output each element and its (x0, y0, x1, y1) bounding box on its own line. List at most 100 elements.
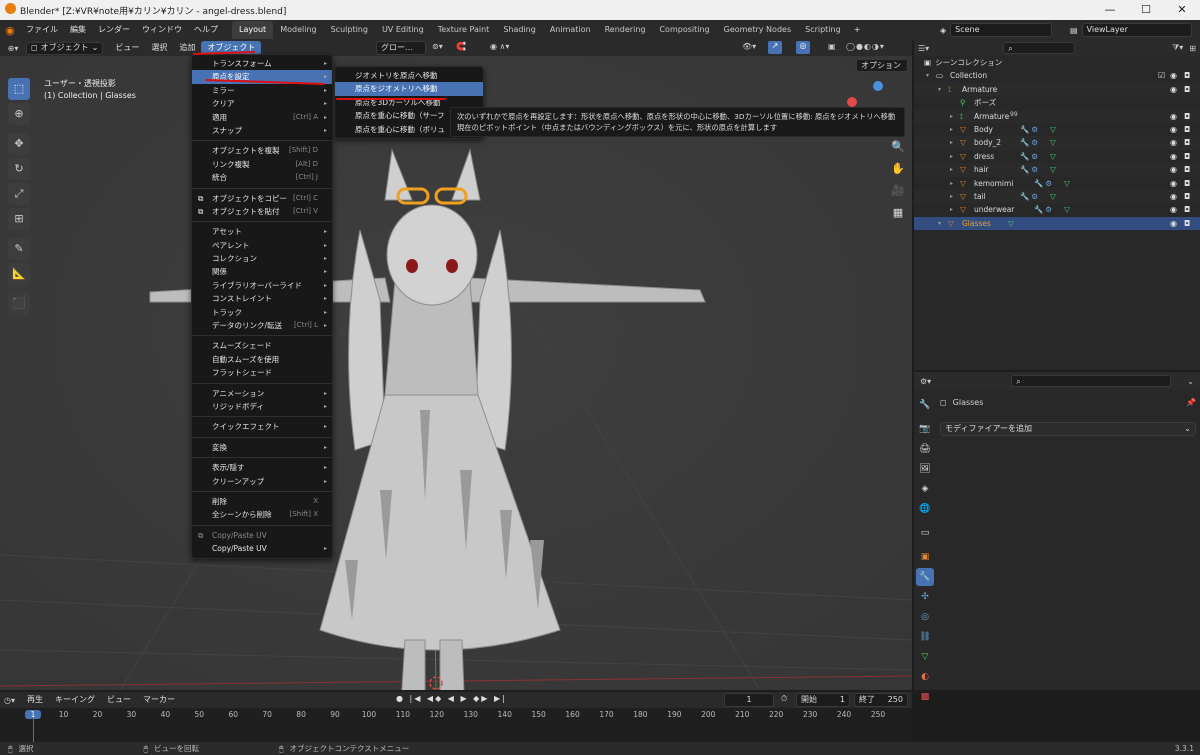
outliner-row[interactable]: ▸ ▽ kemomimi 🔧⚙ ▽ ◉ ◘ (914, 177, 1200, 190)
camera-icon[interactable]: ◘ (1184, 203, 1190, 216)
modifier-icons[interactable]: 🔧⚙ (1020, 163, 1040, 176)
collection-tab-icon[interactable]: ▭ (916, 524, 934, 542)
end-frame-field[interactable]: 終了 250 (854, 693, 908, 707)
object-menu-item[interactable]: コレクション ▸ (192, 252, 332, 265)
expand-arrow-icon[interactable]: ▸ (950, 136, 953, 149)
view-layer-tab-icon[interactable]: 🖼 (916, 460, 934, 478)
mesh-data-icon[interactable]: ▽ (1050, 136, 1056, 149)
main-menu-item[interactable]: 編集 (64, 20, 92, 40)
workspace-tab[interactable]: Scripting (798, 21, 848, 39)
select-box-icon[interactable]: ⬚ (8, 78, 30, 100)
camera-icon[interactable]: ◘ (1184, 190, 1190, 203)
shading-mode-icons[interactable]: ◯●◐◑▾ (846, 42, 885, 51)
viewlayer-field[interactable]: ViewLayer (1081, 23, 1192, 37)
particles-tab-icon[interactable]: ✣ (916, 588, 934, 606)
add-modifier-dropdown[interactable]: モディファイアーを追加 ⌄ (940, 422, 1196, 436)
main-menu-item[interactable]: ファイル (20, 20, 64, 40)
material-tab-icon[interactable]: ◐ (916, 668, 934, 686)
close-button[interactable]: ✕ (1164, 0, 1200, 20)
modifier-icons[interactable]: 🔧⚙ (1034, 177, 1054, 190)
eye-icon[interactable]: ◉ (1170, 110, 1177, 123)
output-tab-icon[interactable]: 🖨 (916, 440, 934, 458)
object-menu-item[interactable]: リンク複製 [Alt] D (192, 158, 332, 171)
object-menu-item[interactable]: 関係 ▸ (192, 265, 332, 278)
outliner-row[interactable]: ▸ ⟟ Armature 99 ◉ ◘ (914, 109, 1200, 123)
outliner-row[interactable]: ▸ ▽ Body 🔧⚙ ▽ ◉ ◘ (914, 123, 1200, 136)
camera-icon[interactable]: ◘ (1184, 217, 1190, 230)
blender-menu-icon[interactable]: ◉ (0, 24, 20, 37)
timeline-menu-item[interactable]: ビュー (101, 692, 137, 708)
transform-orientation[interactable]: グロー… (376, 41, 426, 55)
eye-icon[interactable]: ◉ (1170, 69, 1177, 82)
outliner-row[interactable]: ▸ ▽ underwear 🔧⚙ ▽ ◉ ◘ (914, 203, 1200, 216)
object-menu-item[interactable]: ミラー ▸ (192, 84, 332, 97)
eye-icon[interactable]: ◉ (1170, 217, 1177, 230)
object-menu-item[interactable]: クリーンアップ ▸ (192, 475, 332, 488)
eye-icon[interactable]: ◉ (1170, 203, 1177, 216)
eye-icon[interactable]: ◉ (1170, 163, 1177, 176)
object-menu-item[interactable]: クリア ▸ (192, 97, 332, 110)
outliner-row[interactable]: ▸ ▽ tail 🔧⚙ ▽ ◉ ◘ (914, 189, 1200, 204)
pivot-icon[interactable]: ⊚▾ (432, 42, 443, 51)
object-menu-item[interactable]: 自動スムーズを使用 (192, 353, 332, 366)
workspace-tab[interactable]: Layout (232, 21, 274, 39)
expand-arrow-icon[interactable]: ▾ (926, 69, 929, 82)
modifier-icons[interactable]: 🔧⚙ (1020, 150, 1040, 163)
chevron-down-icon[interactable]: ⌄ (1187, 377, 1194, 386)
start-frame-field[interactable]: 開始 1 (796, 693, 850, 707)
visibility-icon[interactable]: 👁▾ (742, 42, 756, 51)
scale-icon[interactable]: ⤢ (8, 183, 30, 205)
overlay-toggle-icon[interactable]: ◎ (796, 41, 810, 54)
object-menu-item[interactable]: Copy/Paste UV ▸ (192, 542, 332, 555)
camera-icon[interactable]: ◘ (1184, 69, 1190, 82)
expand-arrow-icon[interactable]: ▸ (950, 123, 953, 136)
minimize-button[interactable]: — (1092, 0, 1128, 20)
pan-hand-icon[interactable]: ✋ (888, 158, 908, 180)
zoom-icon[interactable]: 🔍 (888, 136, 908, 158)
object-menu-item[interactable]: ⧉ オブジェクトを貼付 [Ctrl] V (192, 205, 332, 218)
new-collection-icon[interactable]: ⊞ (1189, 44, 1196, 53)
main-menu-item[interactable]: レンダー (92, 20, 136, 40)
eye-icon[interactable]: ◉ (1170, 83, 1177, 96)
workspace-tab[interactable]: UV Editing (375, 21, 431, 39)
outliner-editor-icon[interactable]: ☰▾ (918, 44, 929, 53)
render-tab-icon[interactable]: 📷 (916, 420, 934, 438)
outliner-row[interactable]: ▾ ⟟ Armature ◉ ◘ (914, 82, 1200, 97)
mesh-data-icon[interactable]: ▽ (1008, 217, 1014, 230)
expand-arrow-icon[interactable]: ▾ (938, 83, 941, 96)
object-menu-item[interactable]: ペアレント ▸ (192, 239, 332, 252)
eye-icon[interactable]: ◉ (1170, 150, 1177, 163)
object-menu-item[interactable]: アニメーション ▸ (192, 387, 332, 400)
timeline-track[interactable]: 1 10 20 30 40 50 60 70 80 90 100 110 120 130 140 150 160… (0, 708, 912, 742)
outliner-row[interactable]: ▸ ▽ hair 🔧⚙ ▽ ◉ ◘ (914, 163, 1200, 177)
annotate-icon[interactable]: ✎ (8, 238, 30, 260)
object-menu-item[interactable]: 表示/隠す ▸ (192, 461, 332, 474)
expand-arrow-icon[interactable]: ▸ (950, 177, 953, 190)
outliner-row[interactable]: ▸ ▽ dress 🔧⚙ ▽ ◉ ◘ (914, 150, 1200, 163)
mode-selector[interactable]: ◻ オブジェクト ⌄ (26, 41, 104, 55)
viewport-menu-item[interactable]: 選択 (145, 40, 173, 58)
mesh-data-icon[interactable]: ▽ (1064, 177, 1070, 190)
properties-editor-icon[interactable]: ⚙▾ (920, 377, 931, 386)
camera-icon[interactable]: ◘ (1184, 150, 1190, 163)
add-workspace-button[interactable]: + (848, 20, 867, 40)
eye-icon[interactable]: ◉ (1170, 190, 1177, 203)
object-menu-item[interactable]: 統合 [Ctrl] J (192, 171, 332, 184)
modifier-icons[interactable]: 🔧⚙ (1034, 203, 1054, 216)
eye-icon[interactable]: ◉ (1170, 177, 1177, 190)
mesh-data-icon[interactable]: ▽ (1050, 190, 1056, 203)
properties-search-input[interactable]: ⌕ (1011, 375, 1172, 387)
workspace-tab[interactable]: Geometry Nodes (717, 21, 798, 39)
tool-tab-icon[interactable]: 🔧 (916, 396, 934, 414)
pin-icon[interactable]: 📌 (1186, 398, 1196, 407)
object-menu-item[interactable]: ⧉ オブジェクトをコピー [Ctrl] C (192, 192, 332, 205)
object-menu-item[interactable]: コンストレイント ▸ (192, 292, 332, 305)
main-menu-item[interactable]: ヘルプ (188, 20, 224, 40)
current-frame-field[interactable]: 1 (724, 693, 774, 707)
world-tab-icon[interactable]: 🌐 (916, 500, 934, 518)
editor-type-icon[interactable]: ⊕▾ (0, 44, 26, 53)
camera-icon[interactable]: ◘ (1184, 83, 1190, 96)
scene-collection-row[interactable]: ▣ シーンコレクション (914, 56, 1200, 69)
object-menu-item[interactable]: ⧉ Copy/Paste UV (192, 529, 332, 542)
texture-tab-icon[interactable]: ▩ (916, 688, 934, 706)
